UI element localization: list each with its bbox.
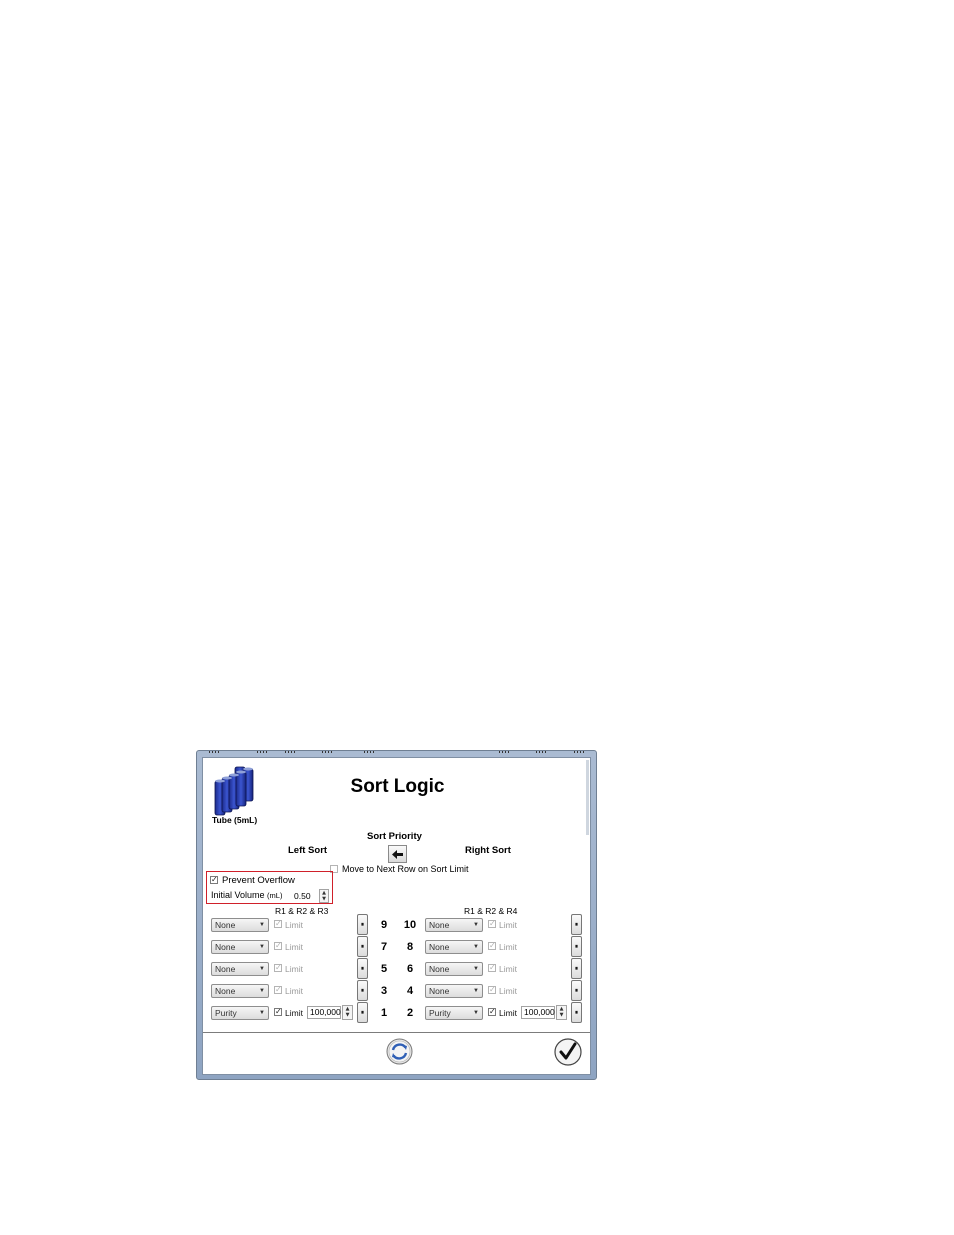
left-limit-checkbox[interactable]: ✓ xyxy=(274,920,282,928)
left-sort-mode-dropdown[interactable]: None ▼ xyxy=(211,984,269,998)
sort-logic-panel: Tube (5mL) Sort Logic Sort Priority Left… xyxy=(202,757,591,1075)
right-row-number: 10 xyxy=(403,919,417,931)
initial-volume-unit: (mL) xyxy=(267,891,283,900)
right-sort-mode-value: None xyxy=(429,942,450,952)
left-limit-checkbox[interactable]: ✓ xyxy=(274,964,282,972)
left-row-number: 3 xyxy=(380,985,388,997)
right-limit-checkbox[interactable]: ✓ xyxy=(488,920,496,928)
right-gate-label: R1 & R2 & R4 xyxy=(464,906,518,916)
footer-divider xyxy=(203,1032,590,1033)
left-sort-mode-dropdown[interactable]: Purity ▼ xyxy=(211,1006,269,1020)
left-sort-mode-value: None xyxy=(215,942,236,952)
pause-icon[interactable]: ⏸ xyxy=(357,1002,368,1023)
left-sort-mode-value: None xyxy=(215,986,236,996)
pause-icon[interactable]: ⏸ xyxy=(571,936,582,957)
right-limit-checkbox[interactable]: ✓ xyxy=(488,986,496,994)
sort-logic-window: Tube (5mL) Sort Logic Sort Priority Left… xyxy=(196,750,597,1080)
right-limit-label: Limit xyxy=(499,986,517,996)
left-gate-label: R1 & R2 & R3 xyxy=(275,906,329,916)
window-frame-grips xyxy=(197,751,596,755)
right-limit-label: Limit xyxy=(499,1008,517,1018)
right-limit-checkbox[interactable]: ✓ xyxy=(488,1008,496,1016)
right-limit-checkbox[interactable]: ✓ xyxy=(488,942,496,950)
chevron-down-icon: ▼ xyxy=(473,966,479,972)
chevron-down-icon: ▼ xyxy=(473,944,479,950)
right-limit-label: Limit xyxy=(499,920,517,930)
left-limit-input[interactable]: 100,000 xyxy=(307,1006,341,1019)
sort-priority-label: Sort Priority xyxy=(367,831,422,842)
right-row-number: 4 xyxy=(406,985,414,997)
chevron-down-icon: ▼ xyxy=(259,966,265,972)
initial-volume-label: Initial Volume (mL) xyxy=(211,890,282,900)
left-sort-mode-value: None xyxy=(215,964,236,974)
right-sort-mode-value: None xyxy=(429,986,450,996)
right-row-number: 2 xyxy=(406,1007,414,1019)
chevron-down-icon: ▼ xyxy=(473,1010,479,1016)
left-sort-label: Left Sort xyxy=(288,845,328,856)
chevron-down-icon: ▼ xyxy=(473,922,479,928)
right-limit-checkbox[interactable]: ✓ xyxy=(488,964,496,972)
left-limit-checkbox[interactable]: ✓ xyxy=(274,1008,282,1016)
left-sort-mode-dropdown[interactable]: None ▼ xyxy=(211,918,269,932)
left-limit-checkbox[interactable]: ✓ xyxy=(274,942,282,950)
left-row-number: 7 xyxy=(380,941,388,953)
right-limit-label: Limit xyxy=(499,964,517,974)
initial-volume-stepper[interactable]: ▲ ▼ xyxy=(319,889,329,903)
right-sort-mode-dropdown[interactable]: Purity ▼ xyxy=(425,1006,483,1020)
left-sort-mode-dropdown[interactable]: None ▼ xyxy=(211,962,269,976)
checkmark-icon[interactable] xyxy=(554,1038,582,1066)
pause-icon[interactable]: ⏸ xyxy=(571,958,582,979)
initial-volume-input[interactable]: 0.50 xyxy=(294,891,314,901)
left-limit-stepper[interactable]: ▲ ▼ xyxy=(342,1005,353,1020)
chevron-down-icon: ▼ xyxy=(259,944,265,950)
sort-priority-button[interactable] xyxy=(388,845,407,863)
dialog-title: Sort Logic xyxy=(350,776,445,797)
pause-icon[interactable]: ⏸ xyxy=(357,936,368,957)
left-sort-mode-value: Purity xyxy=(215,1008,237,1018)
right-sort-label: Right Sort xyxy=(465,845,511,856)
chevron-down-icon: ▼ xyxy=(259,922,265,928)
right-limit-label: Limit xyxy=(499,942,517,952)
left-limit-label: Limit xyxy=(285,986,303,996)
chevron-down-icon: ▼ xyxy=(259,1010,265,1016)
prevent-overflow-checkbox[interactable]: ✓ xyxy=(210,876,218,884)
left-limit-label: Limit xyxy=(285,964,303,974)
left-limit-label: Limit xyxy=(285,920,303,930)
pause-icon[interactable]: ⏸ xyxy=(571,980,582,1001)
right-sort-mode-value: Purity xyxy=(429,1008,451,1018)
right-limit-input[interactable]: 100,000 xyxy=(521,1006,555,1019)
left-row-number: 1 xyxy=(380,1007,388,1019)
right-sort-mode-dropdown[interactable]: None ▼ xyxy=(425,918,483,932)
left-sort-mode-value: None xyxy=(215,920,236,930)
pause-icon[interactable]: ⏸ xyxy=(357,958,368,979)
right-sort-mode-value: None xyxy=(429,964,450,974)
left-limit-label: Limit xyxy=(285,942,303,952)
left-limit-label: Limit xyxy=(285,1008,303,1018)
prevent-overflow-label: Prevent Overflow xyxy=(222,875,295,886)
left-sort-mode-dropdown[interactable]: None ▼ xyxy=(211,940,269,954)
pause-icon[interactable]: ⏸ xyxy=(571,914,582,935)
right-row-number: 8 xyxy=(406,941,414,953)
tube-label: Tube (5mL) xyxy=(212,815,258,825)
right-sort-mode-dropdown[interactable]: None ▼ xyxy=(425,984,483,998)
left-row-number: 5 xyxy=(380,963,388,975)
right-sort-mode-value: None xyxy=(429,920,450,930)
right-sort-mode-dropdown[interactable]: None ▼ xyxy=(425,962,483,976)
pause-icon[interactable]: ⏸ xyxy=(571,1002,582,1023)
refresh-icon[interactable] xyxy=(386,1038,413,1065)
left-row-number: 9 xyxy=(380,919,388,931)
right-row-number: 6 xyxy=(406,963,414,975)
pause-icon[interactable]: ⏸ xyxy=(357,980,368,1001)
move-next-row-label: Move to Next Row on Sort Limit xyxy=(342,864,469,874)
right-sort-mode-dropdown[interactable]: None ▼ xyxy=(425,940,483,954)
left-limit-checkbox[interactable]: ✓ xyxy=(274,986,282,994)
initial-volume-text: Initial Volume xyxy=(211,890,265,900)
pause-icon[interactable]: ⏸ xyxy=(357,914,368,935)
arrow-left-icon xyxy=(392,849,403,859)
chevron-down-icon: ▼ xyxy=(473,988,479,994)
chevron-down-icon: ▼ xyxy=(259,988,265,994)
right-limit-stepper[interactable]: ▲ ▼ xyxy=(556,1005,567,1020)
